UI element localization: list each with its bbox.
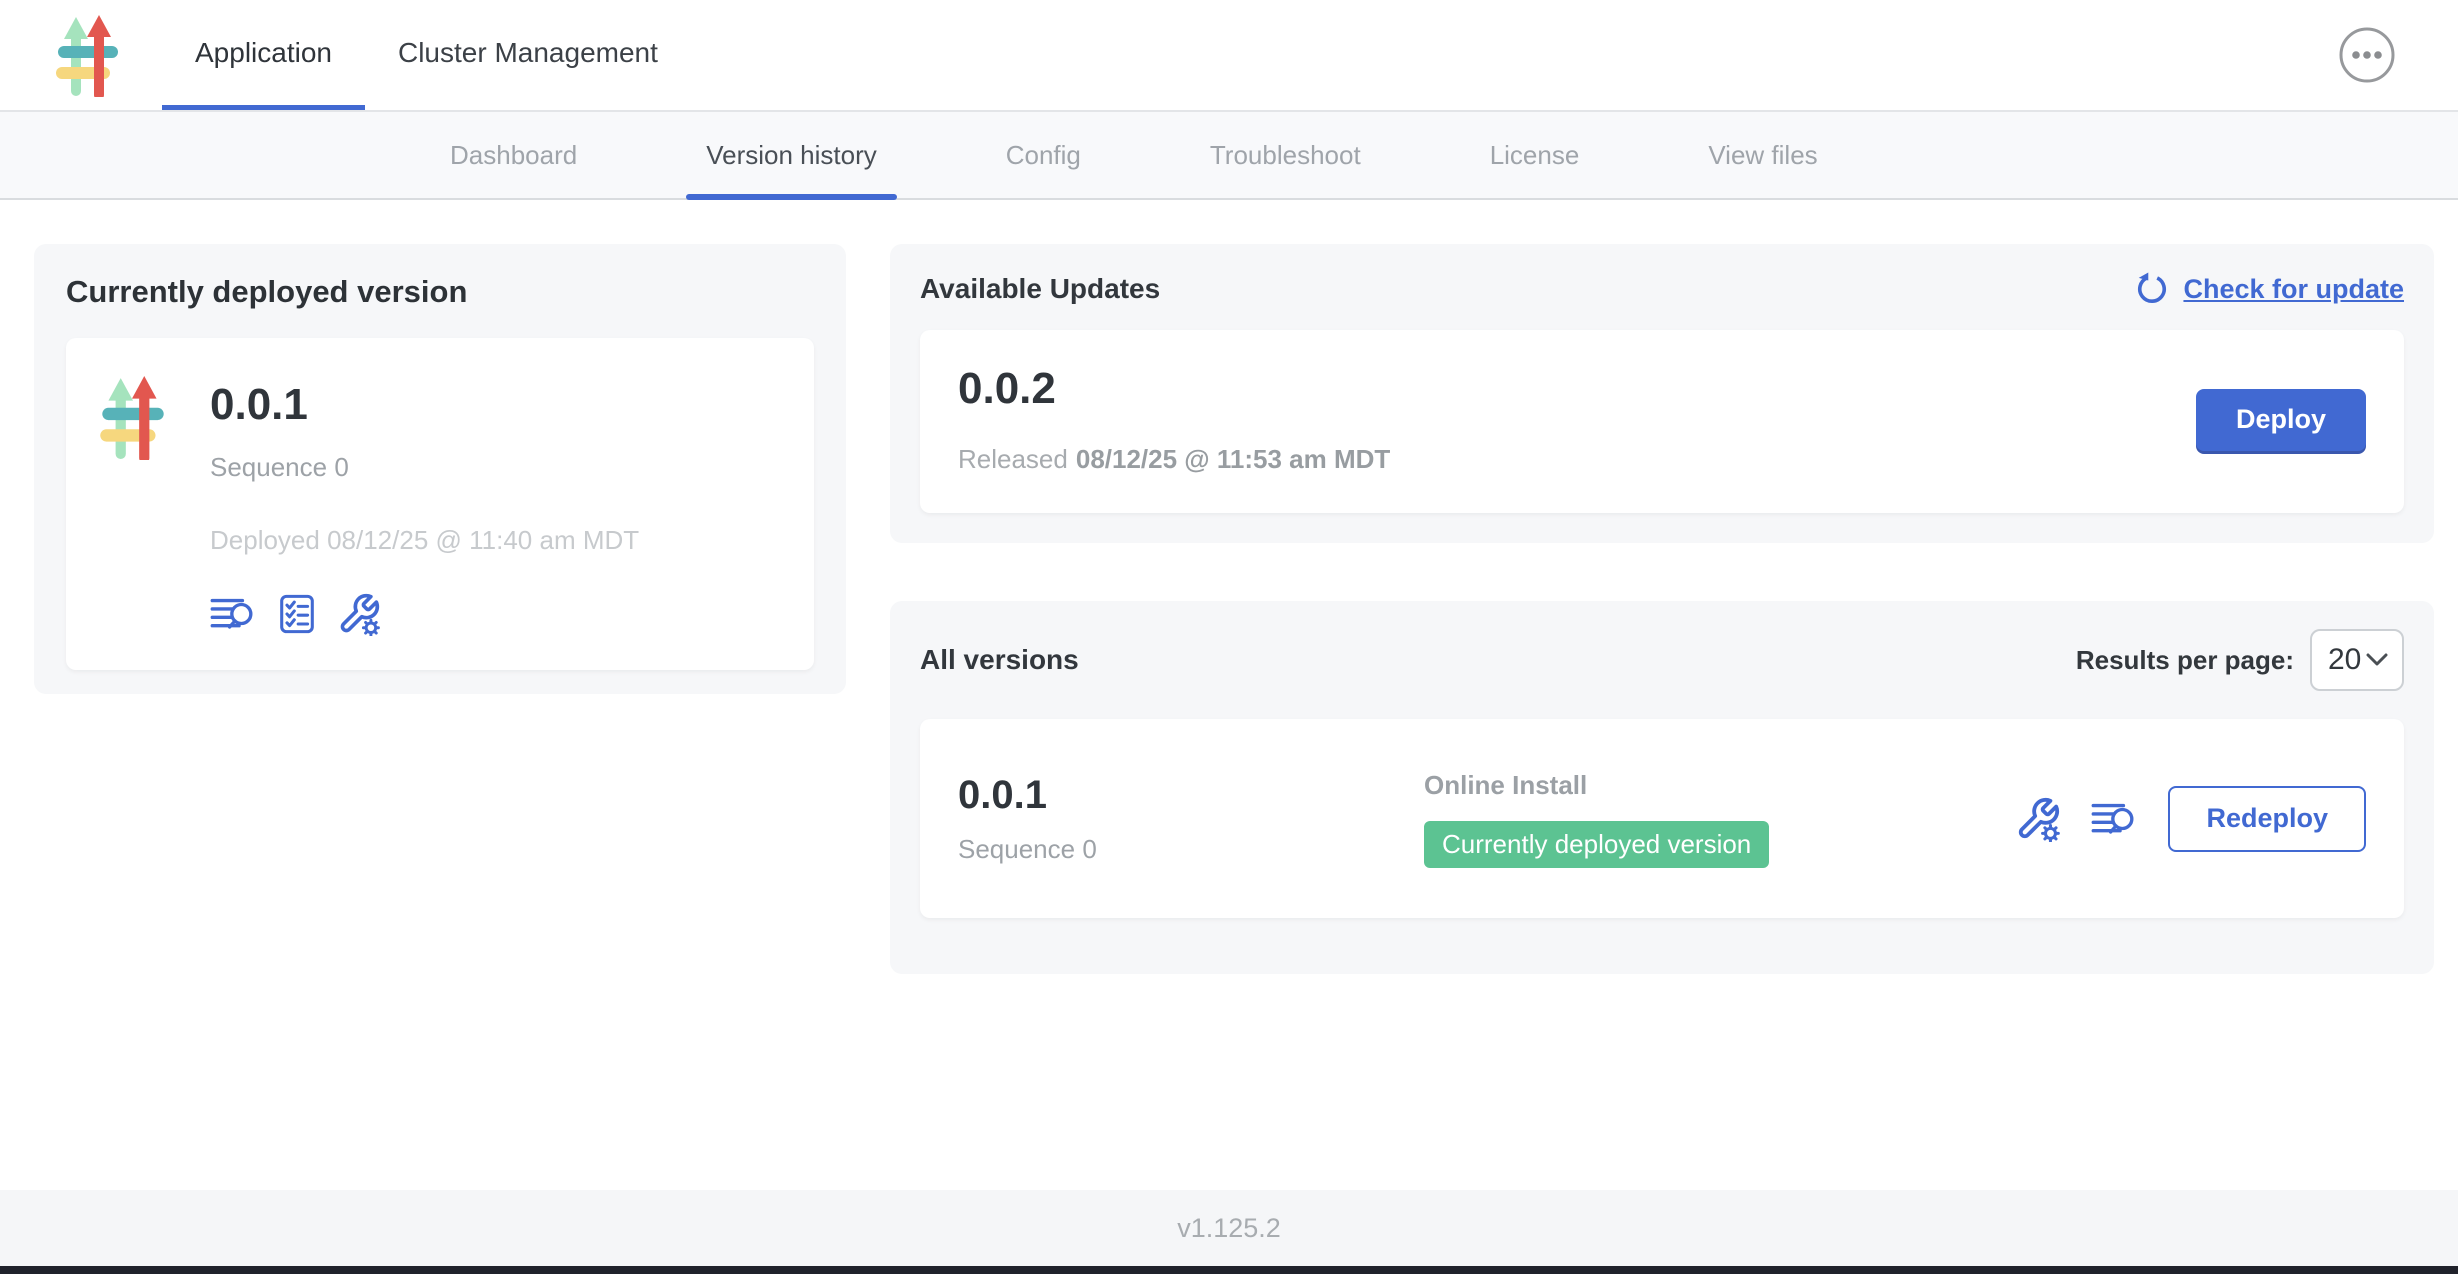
diff-button[interactable]	[2091, 800, 2138, 838]
tab-license[interactable]: License	[1470, 112, 1600, 198]
app-logo-icon	[56, 13, 120, 97]
version-row-info: 0.0.1 Sequence 0	[958, 773, 1424, 865]
chevron-down-icon	[2366, 653, 2388, 667]
diff-button[interactable]	[210, 595, 257, 633]
preflight-checks-button[interactable]	[279, 594, 315, 634]
deployed-version-details: 0.0.1 Sequence 0 Deployed 08/12/25 @ 11:…	[210, 366, 639, 636]
more-options-icon	[2338, 26, 2396, 84]
all-versions-title: All versions	[920, 644, 1079, 676]
deployed-timestamp: Deployed 08/12/25 @ 11:40 am MDT	[210, 525, 639, 556]
check-for-update-link[interactable]: Check for update	[2135, 272, 2404, 306]
diff-icon	[2091, 800, 2138, 838]
edit-config-icon	[2015, 796, 2061, 842]
console-version: v1.125.2	[1177, 1213, 1281, 1244]
tab-config[interactable]: Config	[986, 112, 1101, 198]
tab-view-files-label: View files	[1708, 140, 1817, 171]
edit-config-icon	[337, 592, 381, 636]
results-per-page: Results per page: 20	[2076, 629, 2404, 691]
tab-view-files[interactable]: View files	[1688, 112, 1837, 198]
update-version-number: 0.0.2	[958, 364, 1390, 414]
version-row: 0.0.1 Sequence 0 Online Install Currentl…	[920, 719, 2404, 918]
version-row-status: Online Install Currently deployed versio…	[1424, 770, 2015, 868]
results-per-page-value: 20	[2328, 643, 2361, 677]
tab-version-history-label: Version history	[706, 140, 877, 171]
deployed-app-logo	[100, 374, 166, 460]
edit-config-button[interactable]	[337, 592, 381, 636]
app-logo	[56, 0, 120, 110]
available-updates-title: Available Updates	[920, 273, 1160, 305]
tab-application[interactable]: Application	[162, 0, 365, 110]
available-updates-card: Available Updates Check for update 0.0.2…	[890, 244, 2434, 543]
bottom-strip	[0, 1266, 2458, 1274]
edit-config-button[interactable]	[2015, 796, 2061, 842]
currently-deployed-card: Currently deployed version 0.0.1 Sequenc…	[34, 244, 846, 694]
results-per-page-label: Results per page:	[2076, 645, 2294, 676]
tab-application-label: Application	[195, 37, 332, 69]
deployed-version-number: 0.0.1	[210, 380, 639, 430]
main-content: Currently deployed version 0.0.1 Sequenc…	[0, 200, 2458, 1190]
tab-license-label: License	[1490, 140, 1580, 171]
more-options-button[interactable]	[2338, 26, 2396, 84]
update-info: 0.0.2 Released 08/12/25 @ 11:53 am MDT	[958, 364, 1390, 475]
deployed-actions	[210, 592, 639, 636]
tab-version-history[interactable]: Version history	[686, 112, 897, 198]
tab-config-label: Config	[1006, 140, 1081, 171]
preflight-checks-icon	[279, 594, 315, 634]
all-versions-card: All versions Results per page: 20 0.0.1 …	[890, 601, 2434, 974]
check-for-update-label: Check for update	[2183, 274, 2404, 305]
tab-troubleshoot-label: Troubleshoot	[1210, 140, 1361, 171]
refresh-icon	[2135, 272, 2169, 306]
version-row-actions: Redeploy	[2015, 786, 2366, 852]
currently-deployed-badge: Currently deployed version	[1424, 821, 1769, 868]
version-row-number: 0.0.1	[958, 773, 1424, 818]
released-date: 08/12/25 @ 11:53 am MDT	[1076, 444, 1390, 474]
tab-cluster-management[interactable]: Cluster Management	[365, 0, 691, 110]
app-header: Application Cluster Management	[0, 0, 2458, 112]
deployed-sequence: Sequence 0	[210, 452, 639, 483]
results-per-page-select[interactable]: 20	[2310, 629, 2404, 691]
tab-troubleshoot[interactable]: Troubleshoot	[1190, 112, 1381, 198]
diff-icon	[210, 595, 257, 633]
right-column: Available Updates Check for update 0.0.2…	[890, 244, 2434, 1190]
deployed-version-panel: 0.0.1 Sequence 0 Deployed 08/12/25 @ 11:…	[66, 338, 814, 670]
app-footer: v1.125.2	[0, 1190, 2458, 1266]
install-type-label: Online Install	[1424, 770, 2015, 801]
app-logo-icon	[100, 374, 166, 460]
available-update-row: 0.0.2 Released 08/12/25 @ 11:53 am MDT De…	[920, 330, 2404, 513]
tab-cluster-management-label: Cluster Management	[398, 37, 658, 69]
tab-dashboard[interactable]: Dashboard	[430, 112, 597, 198]
deploy-button[interactable]: Deploy	[2196, 389, 2366, 451]
app-subnav: Dashboard Version history Config Trouble…	[0, 112, 2458, 200]
released-label: Released	[958, 444, 1068, 474]
tab-dashboard-label: Dashboard	[450, 140, 577, 171]
currently-deployed-title: Currently deployed version	[66, 274, 814, 310]
update-released-timestamp: Released 08/12/25 @ 11:53 am MDT	[958, 444, 1390, 475]
version-row-sequence: Sequence 0	[958, 834, 1424, 865]
redeploy-button[interactable]: Redeploy	[2168, 786, 2366, 852]
